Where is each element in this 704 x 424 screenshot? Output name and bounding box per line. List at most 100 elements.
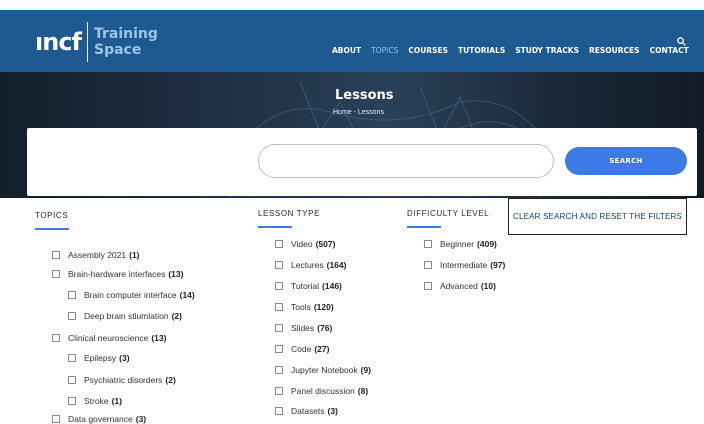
checkbox[interactable] — [424, 282, 432, 290]
filter-label: Assembly 2021 — [68, 250, 127, 260]
filter-count: (97) — [490, 260, 506, 270]
filter-type-tutorial[interactable]: Tutorial (146) — [275, 281, 342, 291]
checkbox[interactable] — [52, 251, 60, 259]
checkbox[interactable] — [68, 354, 76, 362]
filter-count: (146) — [322, 281, 342, 291]
logo-subtitle: Training Space — [94, 26, 158, 58]
filter-topic-bci[interactable]: Brain computer interface (14) — [68, 290, 195, 300]
filter-type-panel[interactable]: Panel discussion (8) — [275, 386, 368, 396]
checkbox[interactable] — [275, 366, 283, 374]
filter-label: Lectures — [291, 260, 324, 270]
lesson-type-underline — [258, 226, 292, 228]
filter-type-slides[interactable]: Slides (76) — [275, 323, 332, 333]
checkbox[interactable] — [275, 407, 283, 415]
filter-level-beginner[interactable]: Beginner (409) — [424, 239, 497, 249]
filter-count: (9) — [360, 365, 372, 375]
filter-topic-assembly-2021[interactable]: Assembly 2021 (1) — [52, 250, 140, 260]
filter-label: Datasets — [291, 406, 325, 416]
filter-count: (14) — [179, 290, 195, 300]
filter-count: (2) — [171, 311, 182, 321]
filter-topic-clinical[interactable]: Clinical neuroscience (13) — [52, 333, 166, 343]
filter-count: (164) — [326, 260, 347, 270]
nav-item-resources[interactable]: RESOURCES — [589, 46, 640, 55]
filter-count: (1) — [111, 396, 122, 406]
lesson-type-heading: LESSON TYPE — [258, 209, 321, 218]
reset-filters-button[interactable]: CLEAR SEARCH AND RESET THE FILTERS — [508, 198, 687, 235]
checkbox[interactable] — [275, 345, 283, 353]
filter-type-tools[interactable]: Tools (120) — [275, 302, 334, 312]
nav-item-tutorials[interactable]: TUTORIALS — [458, 46, 505, 55]
filter-topic-psychiatric[interactable]: Psychiatric disorders (2) — [68, 375, 176, 385]
difficulty-underline — [407, 226, 441, 228]
nav-item-study-tracks[interactable]: STUDY TRACKS — [515, 46, 579, 55]
checkbox[interactable] — [52, 334, 60, 342]
filter-type-lectures[interactable]: Lectures (164) — [275, 260, 346, 270]
filter-level-advanced[interactable]: Advanced (10) — [424, 281, 496, 291]
filter-label: Brain computer interface — [84, 290, 177, 300]
nav-item-about[interactable]: ABOUT — [332, 46, 361, 55]
search-button[interactable]: SEARCH — [565, 147, 687, 175]
checkbox[interactable] — [275, 240, 283, 248]
filter-count: (10) — [480, 281, 496, 291]
site-logo[interactable]: ıncf Training Space — [35, 22, 158, 62]
search-icon[interactable] — [677, 37, 686, 46]
filter-label: Tools — [291, 302, 311, 312]
checkbox[interactable] — [68, 397, 76, 405]
filter-label: Video — [291, 239, 313, 249]
filter-label: Advanced — [440, 281, 478, 291]
filter-count: (3) — [119, 353, 130, 363]
checkbox[interactable] — [68, 312, 76, 320]
filter-label: Slides — [291, 323, 315, 333]
filter-level-intermediate[interactable]: Intermediate (97) — [424, 260, 505, 270]
filter-type-datasets[interactable]: Datasets (3) — [275, 406, 338, 416]
checkbox[interactable] — [52, 415, 60, 423]
search-input[interactable] — [258, 144, 554, 178]
filter-type-jupyter[interactable]: Jupyter Notebook (9) — [275, 365, 371, 375]
topics-heading: TOPICS — [35, 211, 69, 220]
filter-count: (8) — [357, 386, 369, 396]
page-title: Lessons — [335, 88, 394, 103]
filter-count: (76) — [317, 323, 333, 333]
checkbox[interactable] — [68, 291, 76, 299]
checkbox[interactable] — [424, 261, 432, 269]
checkbox[interactable] — [52, 270, 60, 278]
filter-topic-dbs[interactable]: Deep brain stiumlation (2) — [68, 311, 182, 321]
difficulty-heading: DIFFICULTY LEVEL — [407, 209, 490, 218]
filter-label: Intermediate — [440, 260, 488, 270]
topics-underline — [35, 228, 69, 230]
filter-label: Data governance — [68, 414, 133, 424]
checkbox[interactable] — [275, 387, 283, 395]
filter-topic-brain-hardware[interactable]: Brain-hardware interfaces (13) — [52, 269, 183, 279]
filter-topic-data-governance[interactable]: Data governance (3) — [52, 414, 146, 424]
main-nav: ABOUT TOPICS COURSES TUTORIALS STUDY TRA… — [332, 46, 699, 55]
filter-count: (120) — [313, 302, 334, 312]
checkbox[interactable] — [275, 303, 283, 311]
filter-count: (27) — [314, 344, 330, 354]
nav-item-courses[interactable]: COURSES — [408, 46, 448, 55]
navbar: ıncf Training Space ABOUT TOPICS COURSES… — [0, 10, 704, 72]
filter-label: Panel discussion — [291, 386, 355, 396]
filter-topic-stroke[interactable]: Stroke (1) — [68, 396, 122, 406]
filter-label: Code — [291, 344, 312, 354]
nav-item-topics[interactable]: TOPICS — [371, 46, 398, 55]
filter-type-code[interactable]: Code (27) — [275, 344, 329, 354]
filter-label: Psychiatric disorders — [84, 375, 163, 385]
checkbox[interactable] — [275, 324, 283, 332]
filter-count: (13) — [168, 269, 184, 279]
breadcrumb[interactable]: Home - Lessons — [333, 109, 384, 116]
logo-sub-line-2: Space — [93, 42, 142, 58]
nav-item-contact[interactable]: CONTACT — [650, 46, 689, 55]
logo-sub-line-1: Training — [93, 26, 158, 42]
filter-topic-epilepsy[interactable]: Epilepsy (3) — [68, 353, 130, 363]
filter-label: Deep brain stiumlation — [84, 311, 169, 321]
filter-count: (409) — [477, 239, 497, 249]
checkbox[interactable] — [68, 376, 76, 384]
checkbox[interactable] — [275, 282, 283, 290]
checkbox[interactable] — [275, 261, 283, 269]
filter-count: (3) — [327, 406, 338, 416]
filter-count: (13) — [151, 333, 167, 343]
checkbox[interactable] — [424, 240, 432, 248]
filter-type-video[interactable]: Video (507) — [275, 239, 335, 249]
filter-label: Epilepsy — [84, 353, 117, 363]
filter-label: Tutorial — [291, 281, 320, 291]
